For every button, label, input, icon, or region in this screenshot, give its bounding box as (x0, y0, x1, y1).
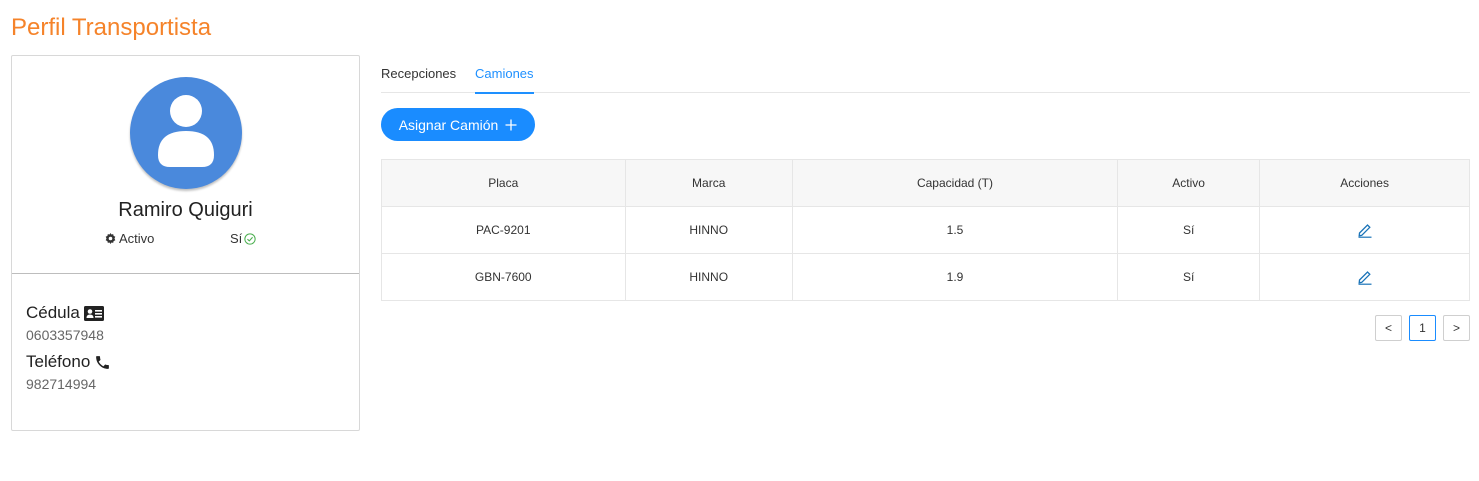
profile-card: Ramiro Quiguri Activo Sí Cédula 06033579… (11, 55, 360, 431)
cedula-label-text: Cédula (26, 303, 80, 322)
column-header-activo: Activo (1117, 159, 1261, 207)
status-label-text: Activo (119, 231, 155, 246)
table-header-row: Placa Marca Capacidad (T) Activo Accione… (381, 159, 1470, 207)
column-header-placa: Placa (381, 159, 626, 207)
cell-acciones (1259, 253, 1470, 301)
cell-placa: GBN-7600 (381, 253, 626, 301)
check-circle-icon (244, 232, 256, 245)
assign-truck-button[interactable]: Asignar Camión (381, 108, 535, 141)
pagination-page-1[interactable]: 1 (1409, 315, 1436, 341)
cedula-label: Cédula (26, 303, 104, 323)
edit-icon[interactable] (1357, 222, 1373, 238)
gear-icon (105, 233, 116, 244)
assign-truck-label: Asignar Camión (398, 116, 499, 133)
column-header-marca: Marca (624, 159, 793, 207)
tab-camiones[interactable]: Camiones (475, 66, 534, 94)
column-header-capacidad: Capacidad (T) (791, 159, 1119, 207)
table-row: PAC-9201 HINNO 1.5 Sí (381, 206, 1470, 254)
phone-value: 982714994 (26, 376, 97, 392)
cell-capacidad: 1.5 (791, 206, 1119, 254)
cell-marca: HINNO (624, 206, 793, 254)
cell-activo: Sí (1117, 206, 1261, 254)
status-value-text: Sí (230, 231, 243, 246)
table-row: GBN-7600 HINNO 1.9 Sí (381, 253, 1470, 301)
tab-recepciones[interactable]: Recepciones (381, 66, 456, 92)
status-value: Sí (230, 231, 256, 246)
phone-icon (96, 355, 110, 369)
pagination-next-button[interactable]: > (1443, 315, 1470, 341)
phone-label-text: Teléfono (26, 352, 91, 371)
cedula-value: 0603357948 (26, 327, 104, 343)
status-label: Activo (105, 231, 154, 246)
avatar (130, 77, 242, 189)
user-icon (158, 95, 214, 167)
cell-capacidad: 1.9 (791, 253, 1119, 301)
trucks-table: Placa Marca Capacidad (T) Activo Accione… (381, 159, 1470, 301)
pagination-prev-button[interactable]: < (1375, 315, 1402, 341)
id-card-icon (83, 305, 104, 321)
cell-activo: Sí (1117, 253, 1261, 301)
driver-name: Ramiro Quiguri (118, 199, 253, 221)
edit-icon[interactable] (1357, 269, 1373, 285)
cell-acciones (1259, 206, 1470, 254)
cell-marca: HINNO (624, 253, 793, 301)
plus-icon (505, 119, 517, 130)
phone-label: Teléfono (26, 352, 111, 372)
cell-placa: PAC-9201 (381, 206, 626, 254)
page-title: Perfil Transportista (11, 14, 212, 41)
tab-bar: Recepciones Camiones (381, 56, 1470, 94)
profile-header: Ramiro Quiguri Activo Sí (12, 56, 359, 274)
column-header-acciones: Acciones (1259, 159, 1470, 207)
